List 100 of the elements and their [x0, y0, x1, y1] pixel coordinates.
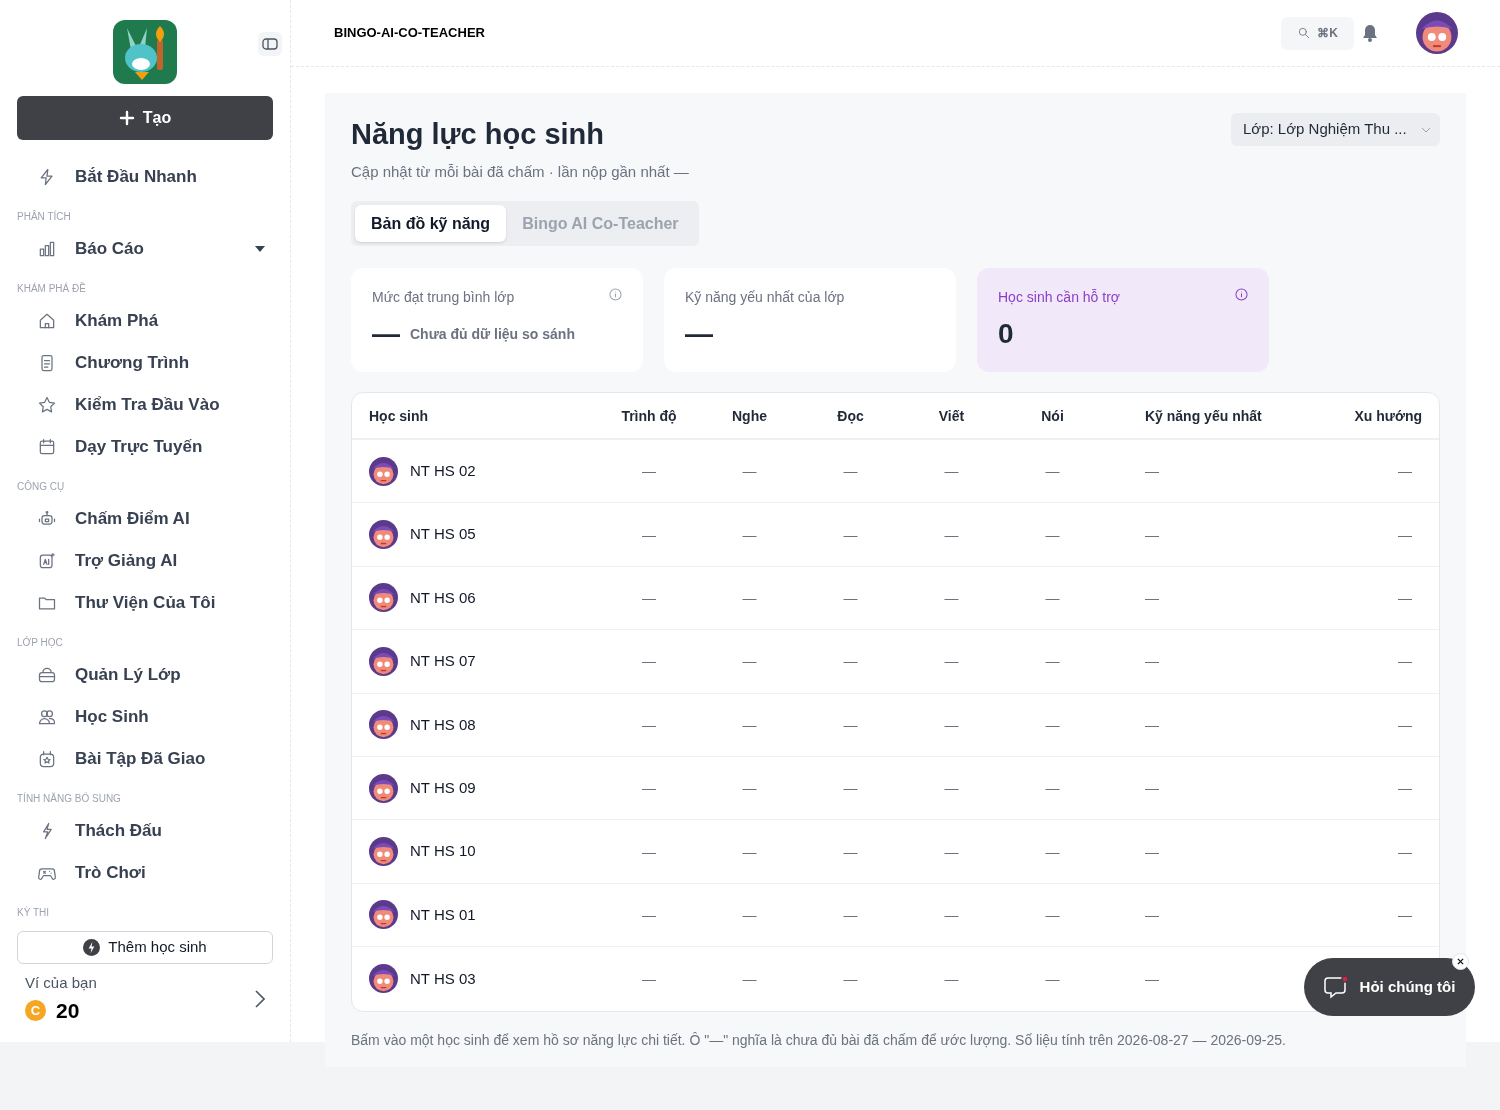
sidebar-item[interactable]: Khám Phá: [17, 300, 273, 342]
card-note: Chưa đủ dữ liệu so sánh: [410, 324, 575, 344]
sidebar-item[interactable]: Dạy Trực Tuyến: [17, 426, 273, 468]
section-header: KHÁM PHÁ ĐỀ: [17, 281, 86, 296]
sidebar-item[interactable]: Bắt Đầu Nhanh: [17, 156, 273, 198]
section-header: PHÂN TÍCH: [17, 209, 71, 224]
table-cell-text: —: [1398, 780, 1413, 797]
avatar: [369, 710, 398, 740]
sidebar-item[interactable]: Thư Viện Của Tôi: [17, 582, 273, 624]
column-header: Nói: [1041, 407, 1064, 424]
table-cell: —: [742, 463, 757, 480]
card-value: 0: [998, 320, 1014, 348]
chat-button[interactable]: Hỏi chúng tôi: [1304, 958, 1475, 1016]
table-cell: —: [1145, 970, 1159, 987]
sidebar-item[interactable]: Thách Đấu: [17, 810, 273, 852]
table-cell: —: [944, 970, 959, 987]
add-students-button[interactable]: Thêm học sinh: [17, 931, 273, 964]
footnote: Bấm vào một học sinh để xem hồ sơ năng lực chi tiết. Ô "—" nghĩa là chưa đủ bài đã chấm để ước lượng. Số liệu tính trên 2026-08-27 — 2026-09-25.: [351, 1030, 1287, 1050]
student-name[interactable]: NT HS 03: [410, 967, 476, 991]
sidebar-item[interactable]: Trò Chơi: [17, 852, 273, 894]
column-header: Học sinh: [369, 407, 429, 424]
sidebar-item[interactable]: Bài Tập Đã Giao: [17, 738, 273, 780]
bell-icon[interactable]: [1362, 24, 1378, 42]
table-cell: —: [843, 780, 858, 797]
create-button[interactable]: Tạo: [17, 96, 273, 140]
table-cell: —: [944, 653, 959, 670]
plus-icon: [118, 110, 135, 126]
avatar: [369, 964, 398, 994]
section-header: TÍNH NĂNG BỔ SUNG: [17, 791, 121, 806]
table-cell: —: [843, 970, 858, 987]
table-cell: —: [1045, 716, 1060, 733]
users-icon: [37, 707, 57, 727]
table-cell: —: [843, 463, 858, 480]
student-name[interactable]: NT HS 02: [410, 459, 476, 483]
caret-icon: [255, 246, 265, 252]
sidebar-toggle-icon: [262, 38, 278, 50]
table-cell: —: [642, 716, 656, 733]
card-value: —: [685, 320, 713, 348]
bag-icon: [37, 665, 57, 685]
table-cell: —: [944, 780, 959, 797]
card-label: Kỹ năng yếu nhất của lớp: [685, 288, 845, 307]
table-cell: —: [1145, 526, 1159, 543]
home-icon: [37, 311, 57, 331]
sidebar-item[interactable]: Quản Lý Lớp: [17, 654, 273, 696]
table-cell-text: —: [1398, 906, 1413, 923]
table-cell: —: [1145, 589, 1159, 606]
column-header: Trình độ: [621, 407, 677, 424]
chevron-right-icon: [255, 990, 265, 1008]
page-title: Năng lực học sinh: [351, 117, 606, 152]
table-cell-text: —: [1398, 716, 1413, 733]
table-cell: —: [944, 716, 959, 733]
table-cell: —: [642, 970, 656, 987]
sidebar-item[interactable]: Kiểm Tra Đầu Vào: [17, 384, 273, 426]
app-title: BINGO-AI-CO-TEACHER: [334, 24, 485, 43]
sidebar-toggle-button[interactable]: [258, 32, 282, 56]
table-cell-text: —: [1398, 526, 1413, 543]
sidebar-item[interactable]: Báo Cáo: [17, 228, 273, 270]
student-name[interactable]: NT HS 05: [410, 523, 476, 546]
student-name[interactable]: NT HS 01: [410, 903, 476, 927]
table-cell: —: [742, 843, 757, 860]
page-subtitle: Cập nhật từ mỗi bài đã chấm · lần nộp gần nhất —: [351, 161, 689, 182]
task-icon: [37, 749, 57, 769]
star-icon: [37, 395, 57, 415]
avatar: [369, 583, 398, 613]
chart-icon: [37, 239, 57, 259]
bolt-icon: [83, 939, 101, 956]
close-icon: [1457, 958, 1464, 965]
student-name[interactable]: NT HS 08: [410, 713, 476, 736]
table-cell-text: —: [1398, 843, 1413, 860]
avatar: [369, 773, 398, 803]
column-header: Nghe: [732, 407, 767, 424]
section-header: LỚP HỌC: [17, 635, 63, 650]
column-header: Kỹ năng yếu nhất: [1145, 407, 1262, 424]
student-name[interactable]: NT HS 09: [410, 776, 476, 800]
student-name[interactable]: NT HS 06: [410, 586, 476, 610]
card-label: Mức đạt trung bình lớp: [372, 288, 515, 307]
student-name[interactable]: NT HS 07: [410, 650, 476, 673]
avatar: [369, 520, 398, 550]
table-cell: —: [944, 906, 959, 923]
table-cell: —: [742, 906, 757, 923]
table-cell: —: [642, 589, 656, 606]
table-cell: —: [1145, 716, 1159, 733]
tab[interactable]: Bản đồ kỹ năng: [355, 205, 507, 242]
table-cell: —: [843, 716, 858, 733]
class-select[interactable]: Lớp: Lớp Nghiệm Thu ...: [1231, 113, 1440, 146]
avatar: [369, 900, 398, 930]
sidebar-item[interactable]: Chấm Điểm AI: [17, 498, 273, 540]
student-name[interactable]: NT HS 10: [410, 840, 476, 863]
avatar: [369, 456, 398, 486]
wallet-row[interactable]: Ví của bạn C 20: [17, 964, 273, 1026]
table-cell: —: [642, 526, 656, 543]
sidebar-item[interactable]: Chương Trình: [17, 342, 273, 384]
table-cell: —: [944, 526, 959, 543]
sidebar-item[interactable]: Học Sinh: [17, 696, 273, 738]
table-cell: —: [642, 463, 656, 480]
sidebar-item[interactable]: Trợ Giảng AI: [17, 540, 273, 582]
table-cell: —: [1045, 526, 1060, 543]
table-cell: —: [843, 653, 858, 670]
search-button[interactable]: ⌘K: [1281, 16, 1354, 50]
avatar: [369, 646, 398, 676]
